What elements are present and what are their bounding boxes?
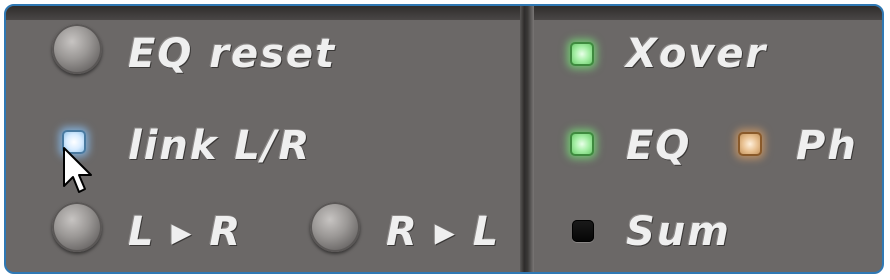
xover-toggle[interactable] <box>570 42 594 66</box>
eq-label: EQ <box>626 123 692 169</box>
ph-toggle[interactable] <box>738 132 762 156</box>
link-lr-label: link L/R <box>128 123 312 169</box>
mouse-pointer-icon <box>63 147 92 193</box>
eq-reset-label: EQ reset <box>128 31 337 77</box>
column-divider <box>520 6 534 272</box>
sum-toggle[interactable] <box>572 220 594 242</box>
eq-reset-button[interactable] <box>52 24 102 74</box>
l-to-r-button[interactable] <box>52 202 102 252</box>
eq-toggle[interactable] <box>570 132 594 156</box>
l-to-r-label: L ▸ R <box>128 209 243 255</box>
top-edge <box>6 6 882 20</box>
sum-label: Sum <box>626 209 731 255</box>
r-to-l-button[interactable] <box>310 202 360 252</box>
r-to-l-label: R ▸ L <box>386 209 501 255</box>
plugin-panel: EQ reset link L/R L ▸ R R ▸ L Xover EQ P… <box>4 4 884 274</box>
ph-label: Ph <box>796 123 858 169</box>
xover-label: Xover <box>626 31 768 77</box>
